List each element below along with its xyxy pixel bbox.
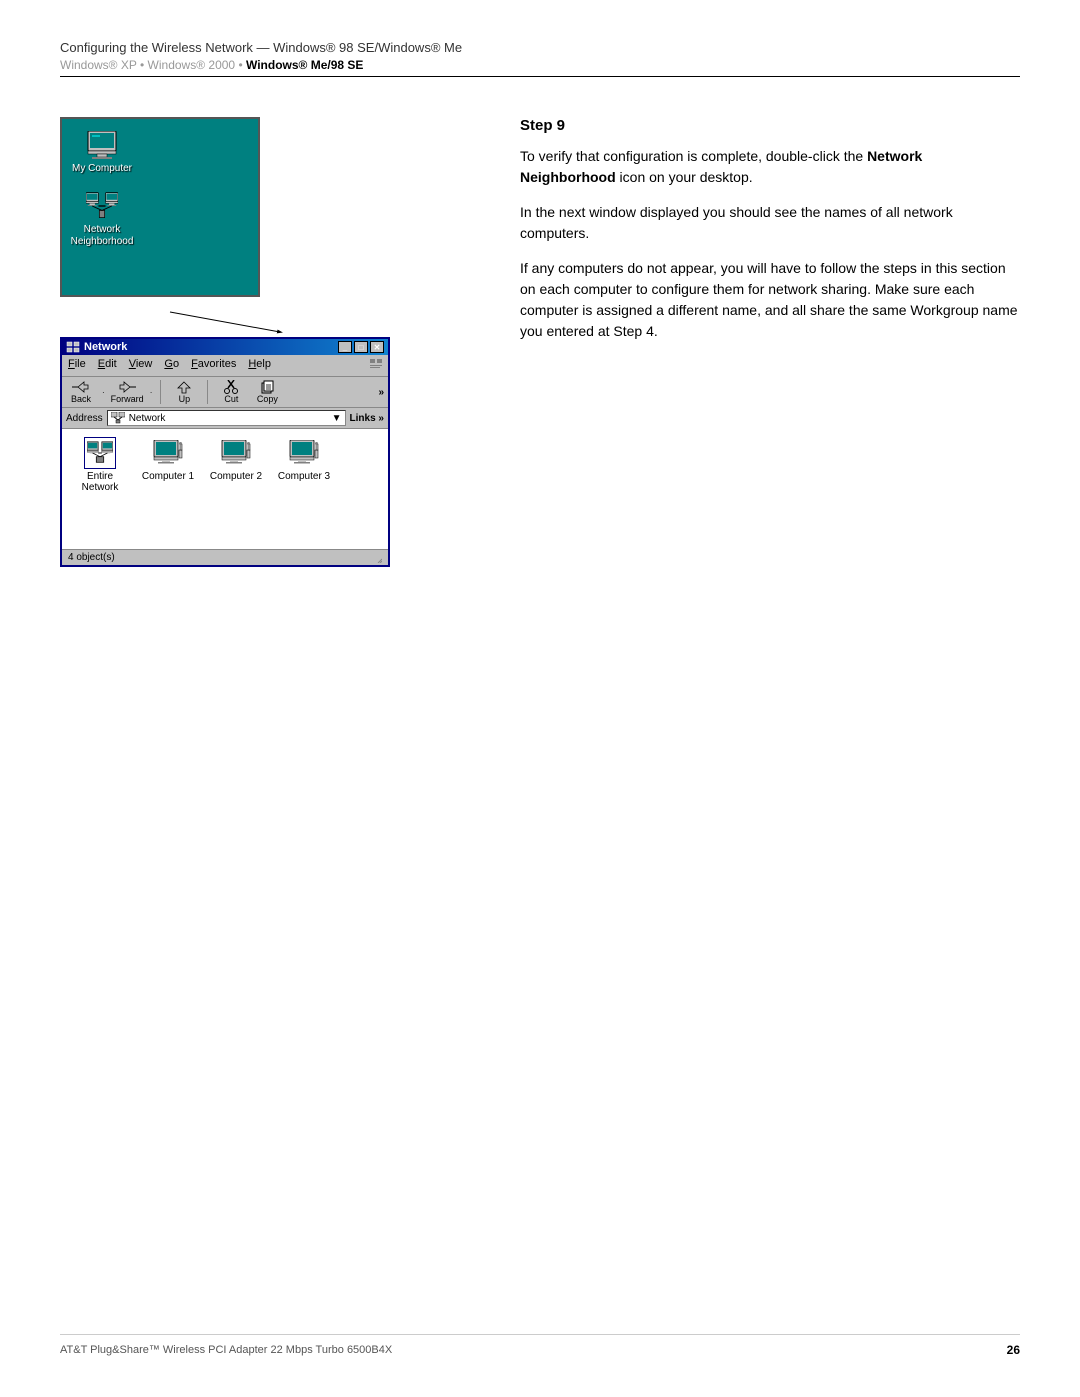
menu-view[interactable]: View [127, 357, 155, 374]
window-content: EntireNetwork [62, 429, 388, 549]
menu-file[interactable]: File [66, 357, 88, 374]
computer2-icon-image [220, 437, 252, 469]
my-computer-label: My Computer [72, 163, 132, 174]
network-neighborhood-label: NetworkNeighborhood [71, 224, 134, 248]
computer2-icon[interactable]: Computer 2 [206, 437, 266, 482]
back-button[interactable]: Back [66, 380, 96, 404]
cut-icon [224, 380, 238, 394]
step-paragraph-1: To verify that configuration is complete… [520, 146, 1020, 188]
window-controls: _ □ ✕ [338, 341, 384, 353]
page-footer: AT&T Plug&Share™ Wireless PCI Adapter 22… [60, 1334, 1020, 1357]
nav-active: Windows® Me/98 SE [246, 58, 363, 72]
network-icon-image [86, 190, 118, 222]
computer1-icon[interactable]: Computer 1 [138, 437, 198, 482]
copy-button[interactable]: Copy [252, 380, 282, 404]
toolbar-sep-1 [160, 380, 161, 404]
address-label: Address [66, 413, 103, 424]
toolbar-extra-icon [368, 357, 384, 371]
address-field[interactable]: Network ▼ [107, 410, 346, 426]
nav-sep1: • [140, 58, 148, 72]
window-icon [66, 341, 80, 353]
close-button[interactable]: ✕ [370, 341, 384, 353]
cut-button[interactable]: Cut [216, 380, 246, 404]
window-titlebar: Network _ □ ✕ [62, 339, 388, 355]
desktop-preview: My Computer [60, 117, 260, 297]
back-icon [72, 380, 90, 394]
toolbar-sep-2 [207, 380, 208, 404]
page-header: Configuring the Wireless Network — Windo… [60, 40, 1020, 77]
computer2-svg [221, 440, 251, 466]
entire-network-svg [87, 441, 113, 465]
computer3-svg [289, 440, 319, 466]
window-toolbar: Back · Forward · [62, 377, 388, 408]
left-column: My Computer [60, 117, 480, 567]
step-paragraph-3: If any computers do not appear, you will… [520, 258, 1020, 342]
maximize-button[interactable]: □ [354, 341, 368, 353]
toolbar-extra [368, 357, 384, 374]
step-paragraph-2: In the next window displayed you should … [520, 202, 1020, 244]
footer-left: AT&T Plug&Share™ Wireless PCI Adapter 22… [60, 1344, 392, 1356]
desktop-icons: My Computer [62, 119, 258, 258]
window-addressbar: Address Network ▼ L [62, 408, 388, 429]
address-network-icon [111, 412, 125, 424]
my-computer-icon[interactable]: My Computer [72, 129, 132, 174]
dot-sep: · [102, 388, 105, 397]
computer1-icon-image [152, 437, 184, 469]
up-icon [176, 380, 192, 394]
menu-go[interactable]: Go [162, 357, 181, 374]
step-heading: Step 9 [520, 117, 1020, 134]
copy-icon [260, 380, 274, 394]
nav-xp: Windows® XP [60, 58, 137, 72]
nav-2000: Windows® 2000 [148, 58, 236, 72]
header-title: Configuring the Wireless Network — Windo… [60, 40, 1020, 55]
toolbar-extend: » [378, 387, 384, 398]
network-svg [86, 191, 118, 221]
monitor-svg [86, 131, 118, 159]
menu-edit[interactable]: Edit [96, 357, 119, 374]
entire-network-label: EntireNetwork [82, 471, 119, 493]
minimize-button[interactable]: _ [338, 341, 352, 353]
dot-sep2: · [150, 388, 153, 397]
explorer-window: Network _ □ ✕ File Edit View Go [60, 337, 390, 567]
address-value: Network [129, 413, 166, 424]
my-computer-icon-image [86, 129, 118, 161]
footer-page-number: 26 [1007, 1343, 1020, 1357]
links-button[interactable]: Links » [350, 413, 384, 424]
address-dropdown-icon[interactable]: ▼ [332, 413, 342, 424]
entire-network-icon[interactable]: EntireNetwork [70, 437, 130, 493]
window-title-label: Network [84, 341, 127, 353]
computer3-icon-image [288, 437, 320, 469]
main-content: My Computer [60, 117, 1020, 567]
computer1-label: Computer 1 [142, 471, 194, 482]
window-menubar: File Edit View Go Favorites Help [62, 355, 388, 377]
window-title-text: Network [66, 341, 127, 353]
computer3-label: Computer 3 [278, 471, 330, 482]
entire-network-icon-image [84, 437, 116, 469]
nav-sep2: • [238, 58, 246, 72]
computer2-label: Computer 2 [210, 471, 262, 482]
right-column: Step 9 To verify that configuration is c… [520, 117, 1020, 567]
connector-svg [60, 307, 480, 337]
resize-handle-icon [372, 553, 382, 563]
page-container: Configuring the Wireless Network — Windo… [0, 0, 1080, 1397]
forward-icon [118, 380, 136, 394]
header-nav: Windows® XP • Windows® 2000 • Windows® M… [60, 58, 1020, 72]
up-button[interactable]: Up [169, 380, 199, 404]
forward-button[interactable]: Forward [111, 380, 144, 404]
computer3-icon[interactable]: Computer 3 [274, 437, 334, 482]
computer1-svg [153, 440, 183, 466]
network-neighborhood-icon[interactable]: NetworkNeighborhood [72, 190, 132, 248]
menu-help[interactable]: Help [246, 357, 273, 374]
desktop-area: My Computer [60, 117, 480, 567]
menu-favorites[interactable]: Favorites [189, 357, 238, 374]
window-statusbar: 4 object(s) [62, 549, 388, 565]
status-text: 4 object(s) [68, 552, 115, 563]
